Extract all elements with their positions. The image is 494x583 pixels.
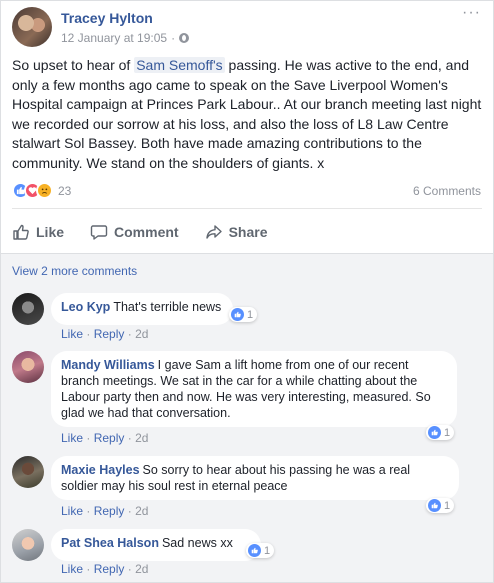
comment-count[interactable]: 6 Comments (413, 184, 481, 198)
comment-actions: Like · Reply · 2d (61, 562, 148, 576)
comment-bubble: Mandy Williams I gave Sam a lift home fro… (51, 351, 457, 427)
comment-actions: Like · Reply · 2d (61, 327, 148, 341)
comment-bubble: Maxie Hayles So sorry to hear about his p… (51, 456, 459, 500)
like-button[interactable]: Like (12, 223, 64, 241)
separator: · (127, 327, 132, 341)
comment-text: That's terrible news (113, 300, 222, 314)
separator: · (86, 431, 91, 445)
comment-icon (90, 225, 108, 240)
meta-separator: · (171, 31, 176, 45)
post-text-start: So upset to hear of (12, 57, 135, 73)
comment-time[interactable]: 2d (135, 562, 148, 576)
more-options-icon[interactable]: ··· (462, 5, 481, 21)
comment-like-link[interactable]: Like (61, 504, 83, 518)
separator: · (127, 504, 132, 518)
comment-time[interactable]: 2d (135, 504, 148, 518)
post-timestamp[interactable]: 12 January at 19:05 (61, 31, 167, 45)
comment-item: Maxie Hayles So sorry to hear about his p… (12, 456, 484, 520)
comment-bubble: Pat Shea Halson Sad news xx (51, 529, 261, 561)
like-icon (231, 308, 244, 321)
view-more-comments-link[interactable]: View 2 more comments (12, 264, 137, 278)
comment-actions: Like · Reply · 2d (61, 431, 148, 445)
comment-like-link[interactable]: Like (61, 431, 83, 445)
comment-item: Pat Shea Halson Sad news xx 1 Like · Repl… (12, 529, 484, 579)
separator: · (86, 562, 91, 576)
comment-label: Comment (114, 224, 179, 240)
commenter-name[interactable]: Mandy Williams (61, 358, 155, 372)
comment-like-count: 1 (264, 544, 271, 557)
action-bar: Like Comment Share (12, 217, 484, 247)
comment-reply-link[interactable]: Reply (94, 431, 125, 445)
comment-item: Leo Kyp That's terrible news 1 Like · Rep… (12, 293, 484, 343)
comment-like-link[interactable]: Like (61, 327, 83, 341)
author-name[interactable]: Tracey Hylton (61, 10, 153, 26)
reactions-summary[interactable]: 23 (12, 182, 71, 199)
comment-time[interactable]: 2d (135, 431, 148, 445)
privacy-globe-icon[interactable] (179, 33, 190, 43)
facebook-post: Tracey Hylton 12 January at 19:05 · ··· … (0, 0, 494, 583)
comment-like-badge[interactable]: 1 (246, 543, 275, 558)
like-icon (428, 426, 441, 439)
sad-icon (36, 182, 53, 199)
commenter-avatar[interactable] (12, 529, 44, 561)
comment-reply-link[interactable]: Reply (94, 504, 125, 518)
comment-item: Mandy Williams I gave Sam a lift home fro… (12, 351, 484, 447)
comment-button[interactable]: Comment (90, 223, 179, 241)
like-icon (428, 499, 441, 512)
reaction-count: 23 (58, 183, 72, 198)
comment-text: Sad news xx (161, 536, 233, 550)
separator: · (127, 562, 132, 576)
comment-time[interactable]: 2d (135, 327, 148, 341)
thumbs-up-icon (13, 224, 29, 240)
comment-actions: Like · Reply · 2d (61, 504, 148, 518)
comment-reply-link[interactable]: Reply (94, 562, 125, 576)
post-meta: 12 January at 19:05 · (61, 31, 190, 45)
commenter-avatar[interactable] (12, 456, 44, 488)
share-button[interactable]: Share (205, 223, 268, 241)
post-text-end: passing. He was active to the end, and o… (12, 57, 482, 171)
separator: · (86, 504, 91, 518)
post-text: So upset to hear of Sam Semoff's passing… (12, 56, 486, 173)
comment-like-link[interactable]: Like (61, 562, 83, 576)
like-icon (248, 544, 261, 557)
separator: · (86, 327, 91, 341)
comment-like-badge[interactable]: 1 (426, 498, 455, 513)
mention-link[interactable]: Sam Semoff's (134, 57, 225, 73)
comment-like-count: 1 (444, 499, 451, 512)
comment-like-badge[interactable]: 1 (426, 425, 455, 440)
comment-like-count: 1 (444, 426, 451, 439)
commenter-name[interactable]: Leo Kyp (61, 300, 110, 314)
comment-like-badge[interactable]: 1 (229, 307, 258, 322)
commenter-avatar[interactable] (12, 351, 44, 383)
share-label: Share (228, 224, 268, 240)
like-label: Like (36, 224, 65, 240)
comment-bubble: Leo Kyp That's terrible news (51, 293, 233, 325)
divider (12, 208, 482, 209)
share-arrow-icon (205, 225, 222, 239)
author-avatar[interactable] (12, 7, 52, 47)
separator: · (127, 431, 132, 445)
comment-reply-link[interactable]: Reply (94, 327, 125, 341)
commenter-name[interactable]: Maxie Hayles (61, 463, 140, 477)
commenter-name[interactable]: Pat Shea Halson (61, 536, 159, 550)
comment-like-count: 1 (247, 308, 254, 321)
commenter-avatar[interactable] (12, 293, 44, 325)
